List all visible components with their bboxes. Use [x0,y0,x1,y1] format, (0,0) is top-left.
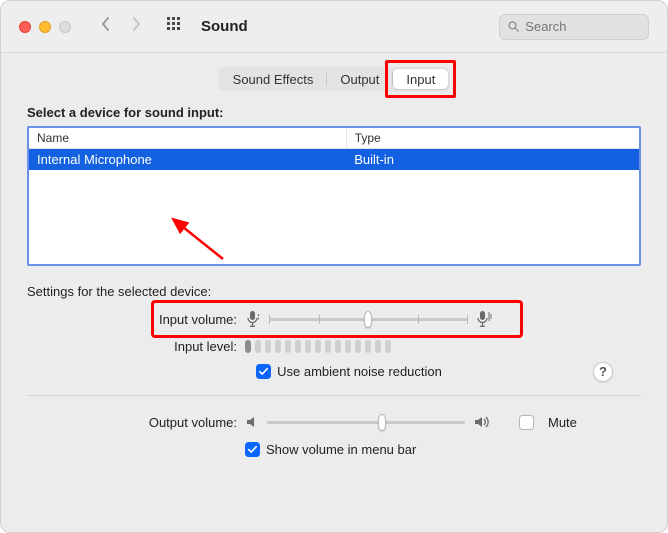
tab-sound-effects[interactable]: Sound Effects [220,69,327,89]
level-bar [375,340,381,353]
mute-label: Mute [548,415,577,430]
level-bar [265,340,271,353]
level-bar [255,340,261,353]
col-type: Type [346,128,639,149]
level-bar [335,340,341,353]
tabs-segmented-control: Sound Effects Output Input [218,67,451,91]
level-bar [285,340,291,353]
microphone-high-icon [475,310,493,328]
content-area: Sound Effects Output Input Select a devi… [1,53,667,532]
level-bar [305,340,311,353]
level-bar [365,340,371,353]
settings-for-device-label: Settings for the selected device: [27,284,641,299]
ambient-noise-row: Use ambient noise reduction ? [27,364,641,379]
divider [27,395,641,396]
ambient-noise-checkbox[interactable] [256,364,271,379]
output-volume-row: Output volume: Mute [27,412,641,432]
sound-preferences-window: Sound Sound Effects Output Input Select … [0,0,668,533]
menubar-row: Show volume in menu bar [27,442,641,457]
tabs-row: Sound Effects Output Input [27,67,641,91]
nav-back-button[interactable] [95,16,117,37]
select-device-label: Select a device for sound input: [27,105,641,120]
minimize-window-button[interactable] [39,21,51,33]
input-volume-row: Input volume: [27,309,641,329]
level-bar [295,340,301,353]
help-button[interactable]: ? [593,362,613,382]
search-field[interactable] [499,14,649,40]
input-level-meter [245,340,391,353]
window-controls [19,21,71,33]
window-title: Sound [201,18,491,35]
level-bar [315,340,321,353]
close-window-button[interactable] [19,21,31,33]
output-volume-label: Output volume: [27,415,245,430]
search-icon [508,20,519,33]
all-preferences-grid-button[interactable] [163,17,185,36]
device-type: Built-in [346,149,639,171]
volume-high-icon [473,415,493,429]
input-volume-label: Input volume: [27,312,245,327]
level-bar [245,340,251,353]
ambient-noise-label: Use ambient noise reduction [277,364,442,379]
input-level-row: Input level: [27,339,641,354]
level-bar [345,340,351,353]
device-row-internal-microphone[interactable]: Internal Microphone Built-in [29,149,639,171]
show-volume-menubar-label: Show volume in menu bar [266,442,416,457]
device-name: Internal Microphone [29,149,346,171]
level-bar [355,340,361,353]
col-name: Name [29,128,346,149]
mute-checkbox[interactable] [519,415,534,430]
output-volume-slider[interactable] [267,412,465,432]
titlebar: Sound [1,1,667,53]
input-volume-slider[interactable] [269,309,467,329]
search-input[interactable] [525,19,640,34]
tab-input[interactable]: Input [393,69,448,89]
tab-output[interactable]: Output [327,69,392,89]
level-bar [385,340,391,353]
level-bar [325,340,331,353]
level-bar [275,340,281,353]
volume-low-icon [245,415,259,429]
show-volume-menubar-checkbox[interactable] [245,442,260,457]
nav-forward-button[interactable] [125,16,147,37]
input-level-label: Input level: [27,339,245,354]
zoom-window-button[interactable] [59,21,71,33]
table-header-row: Name Type [29,128,639,149]
microphone-low-icon [245,310,261,328]
device-table: Name Type Internal Microphone Built-in [27,126,641,266]
